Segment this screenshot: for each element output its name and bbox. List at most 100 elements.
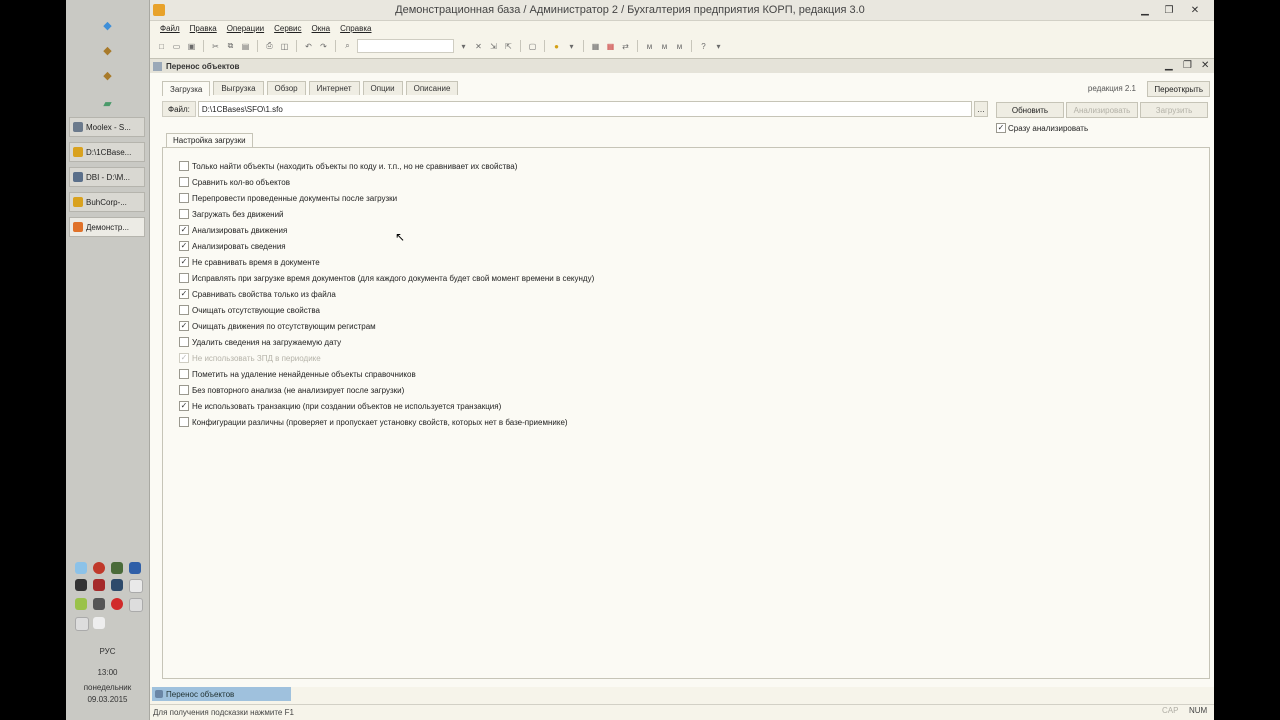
option-row[interactable]: ✓ Анализировать сведения	[179, 238, 594, 254]
taskbar-window-button[interactable]: Moolex - S...	[69, 117, 145, 137]
tab-load[interactable]: Загрузка	[162, 81, 211, 96]
option-row[interactable]: Удалить сведения на загружаемую дату	[179, 334, 594, 350]
checkbox-checked[interactable]: ✓	[179, 401, 189, 411]
option-row[interactable]: Пометить на удаление ненайденные объекты…	[179, 366, 594, 382]
tray-icon[interactable]	[75, 579, 87, 591]
language-indicator[interactable]: РУС	[66, 646, 149, 657]
pinned-app-icon[interactable]: ▰	[66, 92, 149, 114]
menu-operations[interactable]: Операции	[227, 24, 264, 33]
tray-icon[interactable]	[75, 598, 87, 610]
option-row[interactable]: Очищать отсутствующие свойства	[179, 302, 594, 318]
mode-icon[interactable]: м	[644, 41, 655, 52]
pinned-app-icon[interactable]: ◆	[66, 64, 149, 86]
tab-description[interactable]: Описание	[405, 81, 459, 95]
help-icon[interactable]: ?	[698, 41, 709, 52]
calendar-icon[interactable]: ▦	[605, 41, 616, 52]
find-next-icon[interactable]: ⇲	[488, 41, 499, 52]
checkbox-checked[interactable]: ✓	[179, 241, 189, 251]
find-prev-icon[interactable]: ⇱	[503, 41, 514, 52]
bluetooth-icon[interactable]	[129, 562, 141, 574]
option-row[interactable]: Сравнить кол-во объектов	[179, 174, 594, 190]
restore-icon[interactable]: ❐	[1183, 60, 1192, 71]
taskbar-window-button[interactable]: D:\1CBase...	[69, 142, 145, 162]
tab-options[interactable]: Опции	[362, 81, 403, 95]
restore-icon[interactable]: ❐	[1158, 2, 1180, 18]
tab-unload[interactable]: Выгрузка	[213, 81, 264, 95]
option-row[interactable]: ✓ Очищать движения по отсутствующим регис…	[179, 318, 594, 334]
option-row[interactable]: Только найти объекты (находить объекты п…	[179, 158, 594, 174]
close-icon[interactable]: ✕	[1184, 2, 1206, 18]
load-button[interactable]: Загрузить	[1140, 102, 1208, 118]
tab-overview[interactable]: Обзор	[266, 81, 306, 95]
checkbox-checked[interactable]: ✓	[179, 289, 189, 299]
volume-icon[interactable]	[93, 617, 105, 629]
print-icon[interactable]: ⎙	[264, 41, 275, 52]
save-icon[interactable]: ▣	[186, 41, 197, 52]
option-row[interactable]: Исправлять при загрузке время документов…	[179, 270, 594, 286]
preview-icon[interactable]: ◫	[279, 41, 290, 52]
tray-icon[interactable]	[93, 562, 105, 574]
shield-icon[interactable]	[111, 579, 123, 591]
option-row[interactable]: Конфигурации различны (проверяет и пропу…	[179, 414, 594, 430]
option-row[interactable]: ✓ Не сравнивать время в документе	[179, 254, 594, 270]
refresh-button[interactable]: Обновить	[996, 102, 1064, 118]
open-window-tab[interactable]: Перенос объектов	[152, 687, 291, 701]
checkbox-checked[interactable]: ✓	[996, 123, 1006, 133]
menu-service[interactable]: Сервис	[274, 24, 301, 33]
search-icon[interactable]: ⌕	[342, 41, 353, 52]
tray-icon[interactable]	[93, 598, 105, 610]
redo-icon[interactable]: ↷	[318, 41, 329, 52]
checkbox-unchecked[interactable]	[179, 209, 189, 219]
taskbar-window-button[interactable]: DBI - D:\M...	[69, 167, 145, 187]
checkbox-unchecked[interactable]	[179, 273, 189, 283]
tab-load-settings[interactable]: Настройка загрузки	[166, 133, 253, 147]
tray-icon[interactable]	[111, 562, 123, 574]
analyze-button[interactable]: Анализировать	[1066, 102, 1138, 118]
info-icon[interactable]: ●	[551, 41, 562, 52]
checkbox-checked[interactable]: ✓	[179, 321, 189, 331]
checkbox-unchecked[interactable]	[179, 369, 189, 379]
option-row[interactable]: ✓ Анализировать движения	[179, 222, 594, 238]
reconnect-button[interactable]: Переоткрыть	[1147, 81, 1210, 97]
checkbox-checked[interactable]: ✓	[179, 225, 189, 235]
checkbox-unchecked[interactable]	[179, 417, 189, 427]
new-icon[interactable]: □	[156, 41, 167, 52]
option-row[interactable]: Загружать без движений	[179, 206, 594, 222]
pinned-app-icon[interactable]: ◆	[66, 39, 149, 61]
minimize-icon[interactable]: ▁	[1165, 60, 1173, 71]
menu-windows[interactable]: Окна	[312, 24, 331, 33]
checkbox-checked[interactable]: ✓	[179, 257, 189, 267]
checkbox-unchecked[interactable]	[179, 305, 189, 315]
tray-icon[interactable]	[93, 579, 105, 591]
dropdown-icon[interactable]: ▾	[566, 41, 577, 52]
mode-icon[interactable]: м	[659, 41, 670, 52]
tray-icon[interactable]	[75, 562, 87, 574]
instant-analyze-checkbox[interactable]: ✓ Сразу анализировать	[996, 123, 1088, 133]
minimize-icon[interactable]: ▁	[1134, 2, 1156, 18]
dropdown-icon[interactable]: ▾	[713, 41, 724, 52]
menu-edit[interactable]: Правка	[190, 24, 217, 33]
option-row[interactable]: Перепровести проведенные документы после…	[179, 190, 594, 206]
dropdown-icon[interactable]: ▾	[458, 41, 469, 52]
open-icon[interactable]: ▭	[171, 41, 182, 52]
mode-icon[interactable]: м	[674, 41, 685, 52]
tray-icon[interactable]	[129, 598, 143, 612]
menu-help[interactable]: Справка	[340, 24, 371, 33]
network-icon[interactable]	[75, 617, 89, 631]
checkbox-unchecked[interactable]	[179, 161, 189, 171]
paste-icon[interactable]: ▤	[240, 41, 251, 52]
search-input[interactable]	[357, 39, 454, 53]
tray-icon[interactable]	[111, 598, 123, 610]
cut-icon[interactable]: ✂	[210, 41, 221, 52]
tab-internet[interactable]: Интернет	[308, 81, 360, 95]
clock-time[interactable]: 13:00	[66, 667, 149, 678]
calculator-icon[interactable]: ▦	[590, 41, 601, 52]
checkbox-unchecked[interactable]	[179, 193, 189, 203]
taskbar-window-button[interactable]: BuhCorp-...	[69, 192, 145, 212]
window-icon[interactable]: ▢	[527, 41, 538, 52]
copy-icon[interactable]: ⧉	[225, 41, 236, 52]
file-path-input[interactable]: D:\1CBases\SFO\1.sfo	[197, 101, 972, 117]
tray-icon[interactable]	[129, 579, 143, 593]
checkbox-unchecked[interactable]	[179, 177, 189, 187]
menu-file[interactable]: Файл	[160, 24, 180, 33]
